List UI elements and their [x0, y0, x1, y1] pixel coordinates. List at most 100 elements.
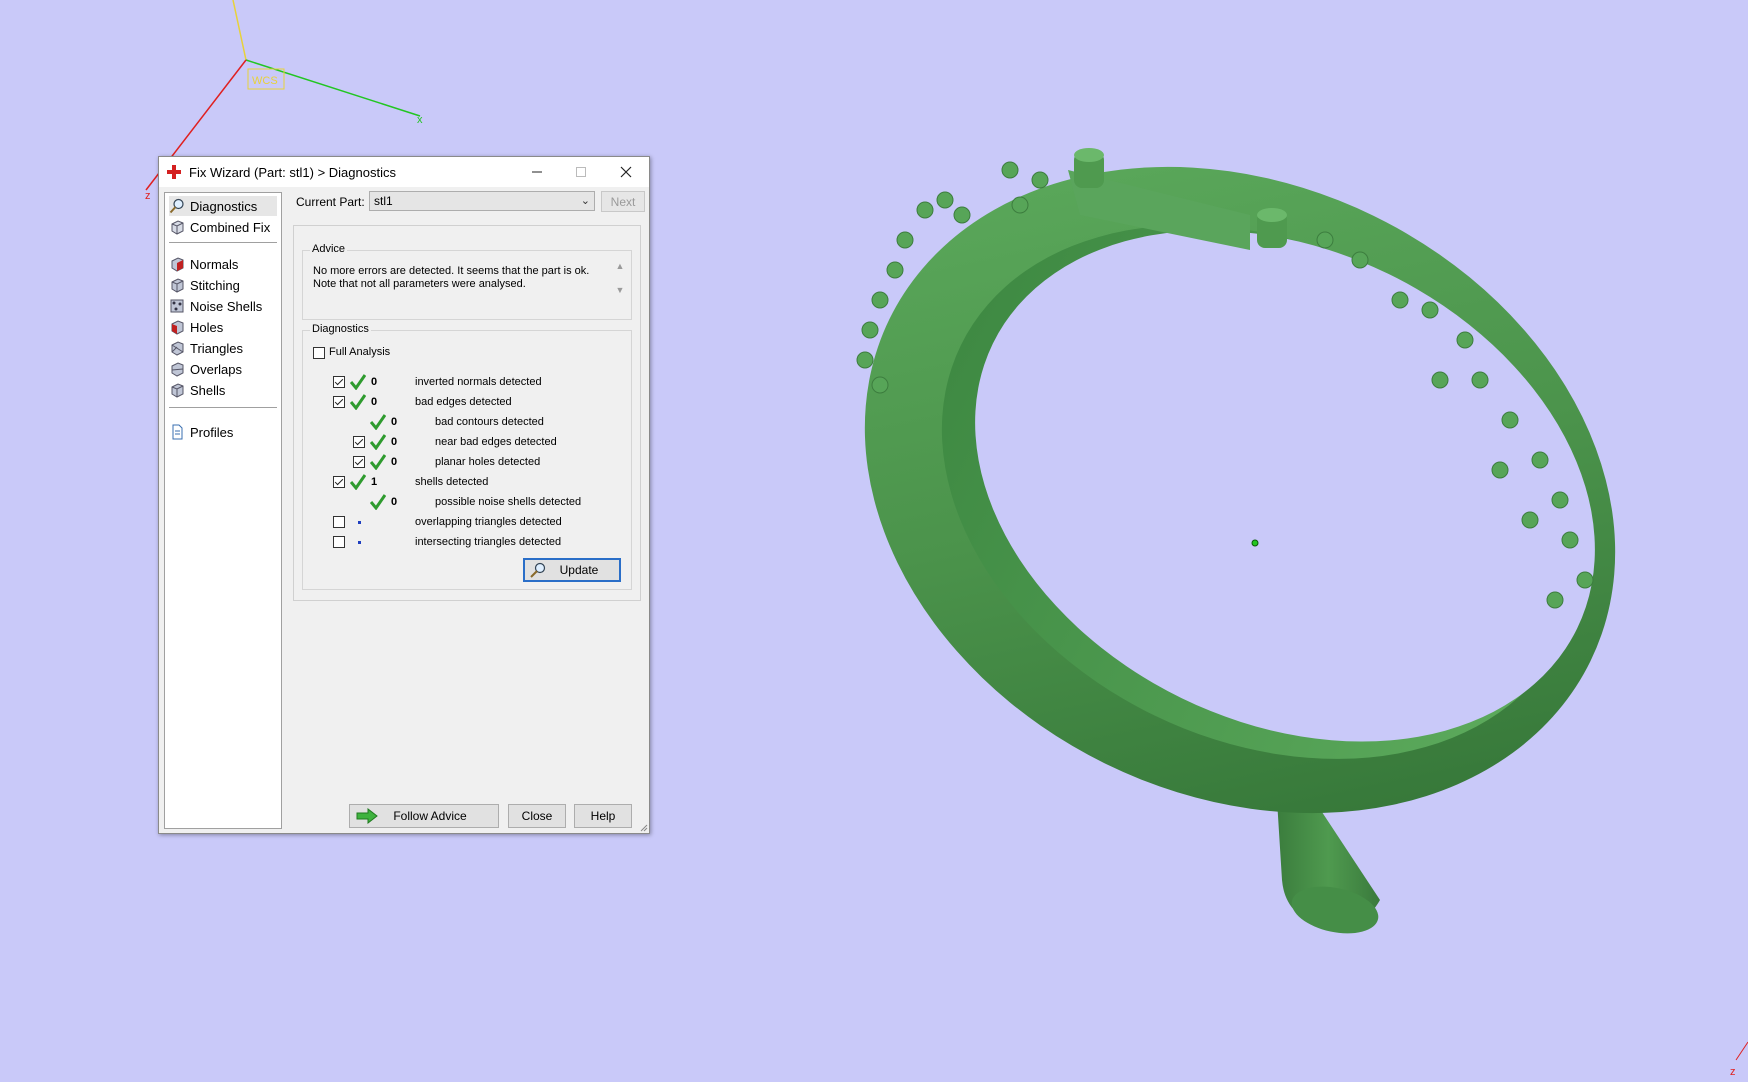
red-cross-icon	[167, 165, 181, 179]
chevron-down-icon: ⌄	[580, 195, 590, 207]
sidebar-item-overlaps[interactable]: Overlaps	[169, 359, 277, 379]
x-axis-label: x	[417, 114, 423, 126]
normals-cube-icon	[171, 257, 184, 272]
green-check-icon	[370, 414, 386, 430]
bad-edges-label: bad edges detected	[415, 396, 512, 408]
pivot-marker	[1251, 539, 1259, 547]
not-analysed-dot	[358, 521, 361, 524]
shells-count: 1	[371, 476, 378, 488]
advice-scrollbar[interactable]: ▲ ▼	[613, 261, 627, 309]
planar-holes-checkbox[interactable]	[353, 456, 365, 468]
diagnostics-group: Diagnostics Full Analysis 0 inverted nor…	[302, 323, 632, 590]
sidebar-item-label: Stitching	[190, 277, 240, 293]
planar-holes-label: planar holes detected	[435, 456, 541, 468]
full-analysis-label: Full Analysis	[329, 346, 391, 358]
document-icon	[172, 424, 183, 440]
sidebar-item-profiles[interactable]: Profiles	[169, 422, 277, 442]
noise-shells-count: 0	[391, 496, 398, 508]
shells-checkbox[interactable]	[333, 476, 345, 488]
shells-label: shells detected	[415, 476, 489, 488]
full-analysis-checkbox[interactable]	[313, 347, 325, 359]
advice-group: Advice No more errors are detected. It s…	[302, 243, 632, 320]
close-button[interactable]: Close	[508, 804, 566, 828]
sidebar-item-label: Triangles	[190, 340, 243, 356]
sidebar-item-diagnostics[interactable]: Diagnostics	[169, 196, 277, 216]
overlapping-triangles-label: overlapping triangles detected	[415, 516, 562, 528]
corner-z-label: z	[1730, 1066, 1736, 1078]
sidebar-item-stitching[interactable]: Stitching	[169, 275, 277, 295]
minimize-icon	[532, 171, 542, 173]
near-bad-edges-checkbox[interactable]	[353, 436, 365, 448]
sidebar-item-label: Overlaps	[190, 361, 243, 377]
next-button[interactable]: Next	[601, 191, 645, 212]
advice-group-title: Advice	[310, 243, 348, 255]
current-part-value: stl1	[374, 194, 393, 208]
noise-shells-label: possible noise shells detected	[435, 496, 582, 508]
near-bad-edges-count: 0	[391, 436, 398, 448]
sidebar-item-label: Holes	[190, 319, 224, 335]
sidebar-item-triangles[interactable]: Triangles	[169, 338, 277, 358]
green-check-icon	[370, 494, 386, 510]
wcs-label: WCS	[252, 75, 278, 87]
sidebar-item-noise-shells[interactable]: Noise Shells	[169, 296, 277, 316]
scroll-down-icon: ▼	[615, 285, 625, 295]
update-button[interactable]: Update	[523, 558, 621, 582]
green-check-icon	[370, 434, 386, 450]
cube-icon	[171, 220, 184, 235]
stitching-cube-icon	[171, 278, 184, 293]
sidebar-item-normals[interactable]: Normals	[169, 254, 277, 274]
maximize-icon	[576, 167, 586, 177]
help-button[interactable]: Help	[574, 804, 632, 828]
ring-model[interactable]	[756, 45, 1724, 941]
maximize-button[interactable]	[559, 157, 603, 187]
current-part-select[interactable]: stl1 ⌄	[369, 191, 595, 211]
noise-shells-icon	[170, 299, 184, 313]
bad-edges-checkbox[interactable]	[333, 396, 345, 408]
sidebar-item-label: Combined Fix	[190, 219, 271, 235]
close-icon	[620, 166, 632, 178]
near-bad-edges-label: near bad edges detected	[435, 436, 557, 448]
inverted-normals-checkbox[interactable]	[333, 376, 345, 388]
fix-wizard-dialog: Fix Wizard (Part: stl1) > Diagnostics Di…	[158, 156, 650, 834]
green-check-icon	[350, 394, 366, 410]
overlaps-cube-icon	[171, 362, 184, 377]
sidebar-item-label: Noise Shells	[190, 298, 263, 314]
update-label: Update	[559, 563, 599, 577]
sidebar-item-label: Shells	[190, 382, 226, 398]
magnifier-icon	[530, 562, 546, 578]
inverted-normals-label: inverted normals detected	[415, 376, 542, 388]
diagnostics-group-title: Diagnostics	[310, 323, 371, 335]
sidebar-item-shells[interactable]: Shells	[169, 380, 277, 400]
follow-advice-button[interactable]: Follow Advice	[349, 804, 499, 828]
bad-edges-count: 0	[371, 396, 378, 408]
diagnostics-panel: Advice No more errors are detected. It s…	[293, 225, 641, 601]
sidebar-item-combined-fix[interactable]: Combined Fix	[169, 217, 277, 237]
close-window-button[interactable]	[604, 157, 648, 187]
green-check-icon	[370, 454, 386, 470]
sidebar-item-label: Profiles	[190, 424, 234, 440]
sidebar-item-label: Normals	[190, 256, 239, 272]
sidebar-divider	[169, 407, 277, 408]
z-axis-label: z	[145, 190, 151, 202]
triangles-cube-icon	[171, 341, 184, 356]
dialog-titlebar[interactable]: Fix Wizard (Part: stl1) > Diagnostics	[159, 157, 649, 187]
scroll-up-icon: ▲	[615, 261, 625, 271]
intersecting-triangles-checkbox[interactable]	[333, 536, 345, 548]
overlapping-triangles-checkbox[interactable]	[333, 516, 345, 528]
resize-grip-icon[interactable]	[638, 822, 648, 832]
wizard-sidebar: Diagnostics Combined Fix Normals Stitchi…	[164, 192, 282, 829]
advice-text: No more errors are detected. It seems th…	[313, 265, 590, 290]
green-check-icon	[350, 374, 366, 390]
sidebar-item-holes[interactable]: Holes	[169, 317, 277, 337]
bad-contours-count: 0	[391, 416, 398, 428]
current-part-label: Current Part:	[296, 195, 365, 209]
follow-advice-label: Follow Advice	[393, 809, 467, 823]
minimize-button[interactable]	[515, 157, 559, 187]
bad-contours-label: bad contours detected	[435, 416, 544, 428]
green-arrow-icon	[356, 808, 378, 824]
dialog-title: Fix Wizard (Part: stl1) > Diagnostics	[189, 165, 396, 180]
shells-cube-icon	[171, 383, 184, 398]
corner-axis: z	[1730, 1041, 1748, 1078]
sidebar-item-label: Diagnostics	[190, 198, 258, 214]
green-check-icon	[350, 474, 366, 490]
